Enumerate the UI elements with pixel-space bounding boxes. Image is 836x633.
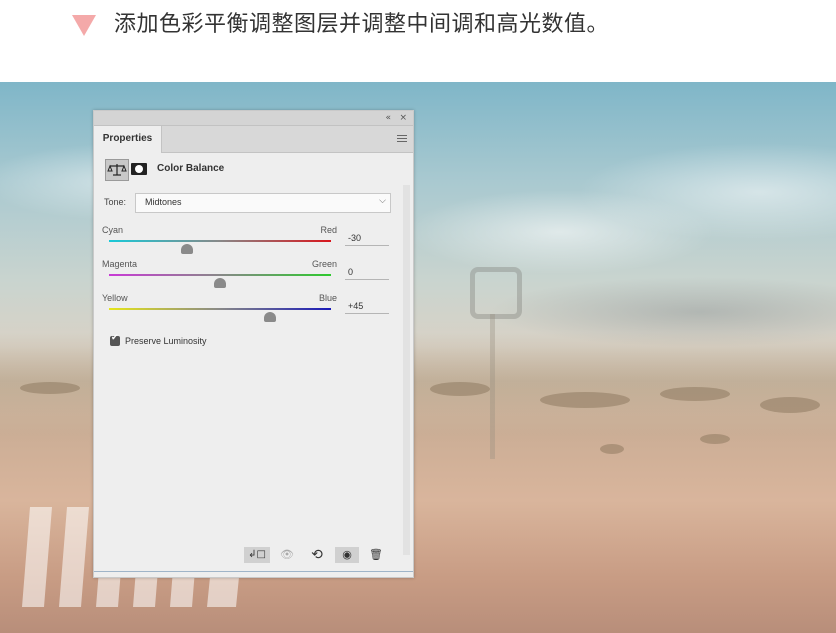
panel-titlebar[interactable]: « × (94, 111, 413, 126)
panel-scrollbar[interactable] (403, 185, 410, 555)
magenta-green-slider-track[interactable] (109, 274, 331, 276)
clip-to-layer-icon[interactable]: ↲□ (244, 547, 270, 563)
yellow-blue-slider-track[interactable] (109, 308, 331, 310)
slider-right-label: Red (320, 225, 337, 235)
slider-right-label: Green (311, 259, 337, 269)
panel-tabbar: Properties (94, 126, 413, 153)
yellow-blue-value: +45 (348, 301, 364, 311)
bush (660, 387, 730, 401)
close-icon[interactable]: × (399, 111, 407, 125)
color-balance-icon[interactable] (105, 159, 129, 181)
sign-pole (490, 314, 495, 459)
bush (700, 434, 730, 444)
road-sign (470, 267, 522, 319)
slider-right-label: Blue (318, 293, 337, 303)
preserve-luminosity-checkbox[interactable]: ✔ (110, 333, 120, 346)
magenta-green-value: 0 (348, 267, 354, 277)
tone-label: Tone: (104, 197, 127, 207)
reset-icon[interactable]: ⟲ (306, 547, 328, 563)
checkmark-icon: ✔ (111, 333, 119, 343)
slider-left-label: Cyan (102, 225, 124, 235)
slider-left-label: Magenta (102, 259, 138, 269)
yellow-blue-value-field[interactable]: +45 (345, 299, 389, 314)
tab-properties[interactable]: Properties (94, 126, 162, 153)
tone-value: Midtones (145, 197, 182, 207)
bush (760, 397, 820, 413)
delete-icon[interactable]: 🗑 (366, 547, 386, 563)
panel-bottom-toolbar: ↲□ 👁 ⟲ ◉ 🗑 (94, 541, 413, 569)
bush (20, 382, 80, 394)
panel-menu-icon[interactable] (397, 135, 407, 144)
panel-bottom-divider (94, 571, 413, 572)
cyan-red-value: -30 (348, 233, 362, 243)
magenta-green-value-field[interactable]: 0 (345, 265, 389, 280)
view-previous-state-icon[interactable]: 👁 (276, 547, 298, 563)
chevron-down-icon: ⌵ (379, 196, 386, 206)
toggle-visibility-icon[interactable]: ◉ (335, 547, 359, 563)
bush (430, 382, 490, 396)
collapse-icon[interactable]: « (385, 111, 391, 125)
header-band: 添加色彩平衡调整图层并调整中间调和高光数值。 (0, 0, 836, 82)
properties-panel: « × Properties Color Balance Tone: Midto… (93, 110, 414, 578)
triangle-marker-icon (72, 15, 96, 36)
tone-dropdown[interactable]: Midtones ⌵ (135, 193, 391, 213)
layer-mask-icon[interactable] (130, 160, 148, 178)
preserve-luminosity-label[interactable]: Preserve Luminosity (125, 336, 207, 346)
cyan-red-value-field[interactable]: -30 (345, 231, 389, 246)
adjustment-title: Color Balance (157, 163, 225, 174)
bush (600, 444, 624, 454)
bush (540, 392, 630, 408)
slider-left-label: Yellow (102, 293, 128, 303)
step-caption: 添加色彩平衡调整图层并调整中间调和高光数值。 (114, 12, 610, 37)
cyan-red-slider-track[interactable] (109, 240, 331, 242)
